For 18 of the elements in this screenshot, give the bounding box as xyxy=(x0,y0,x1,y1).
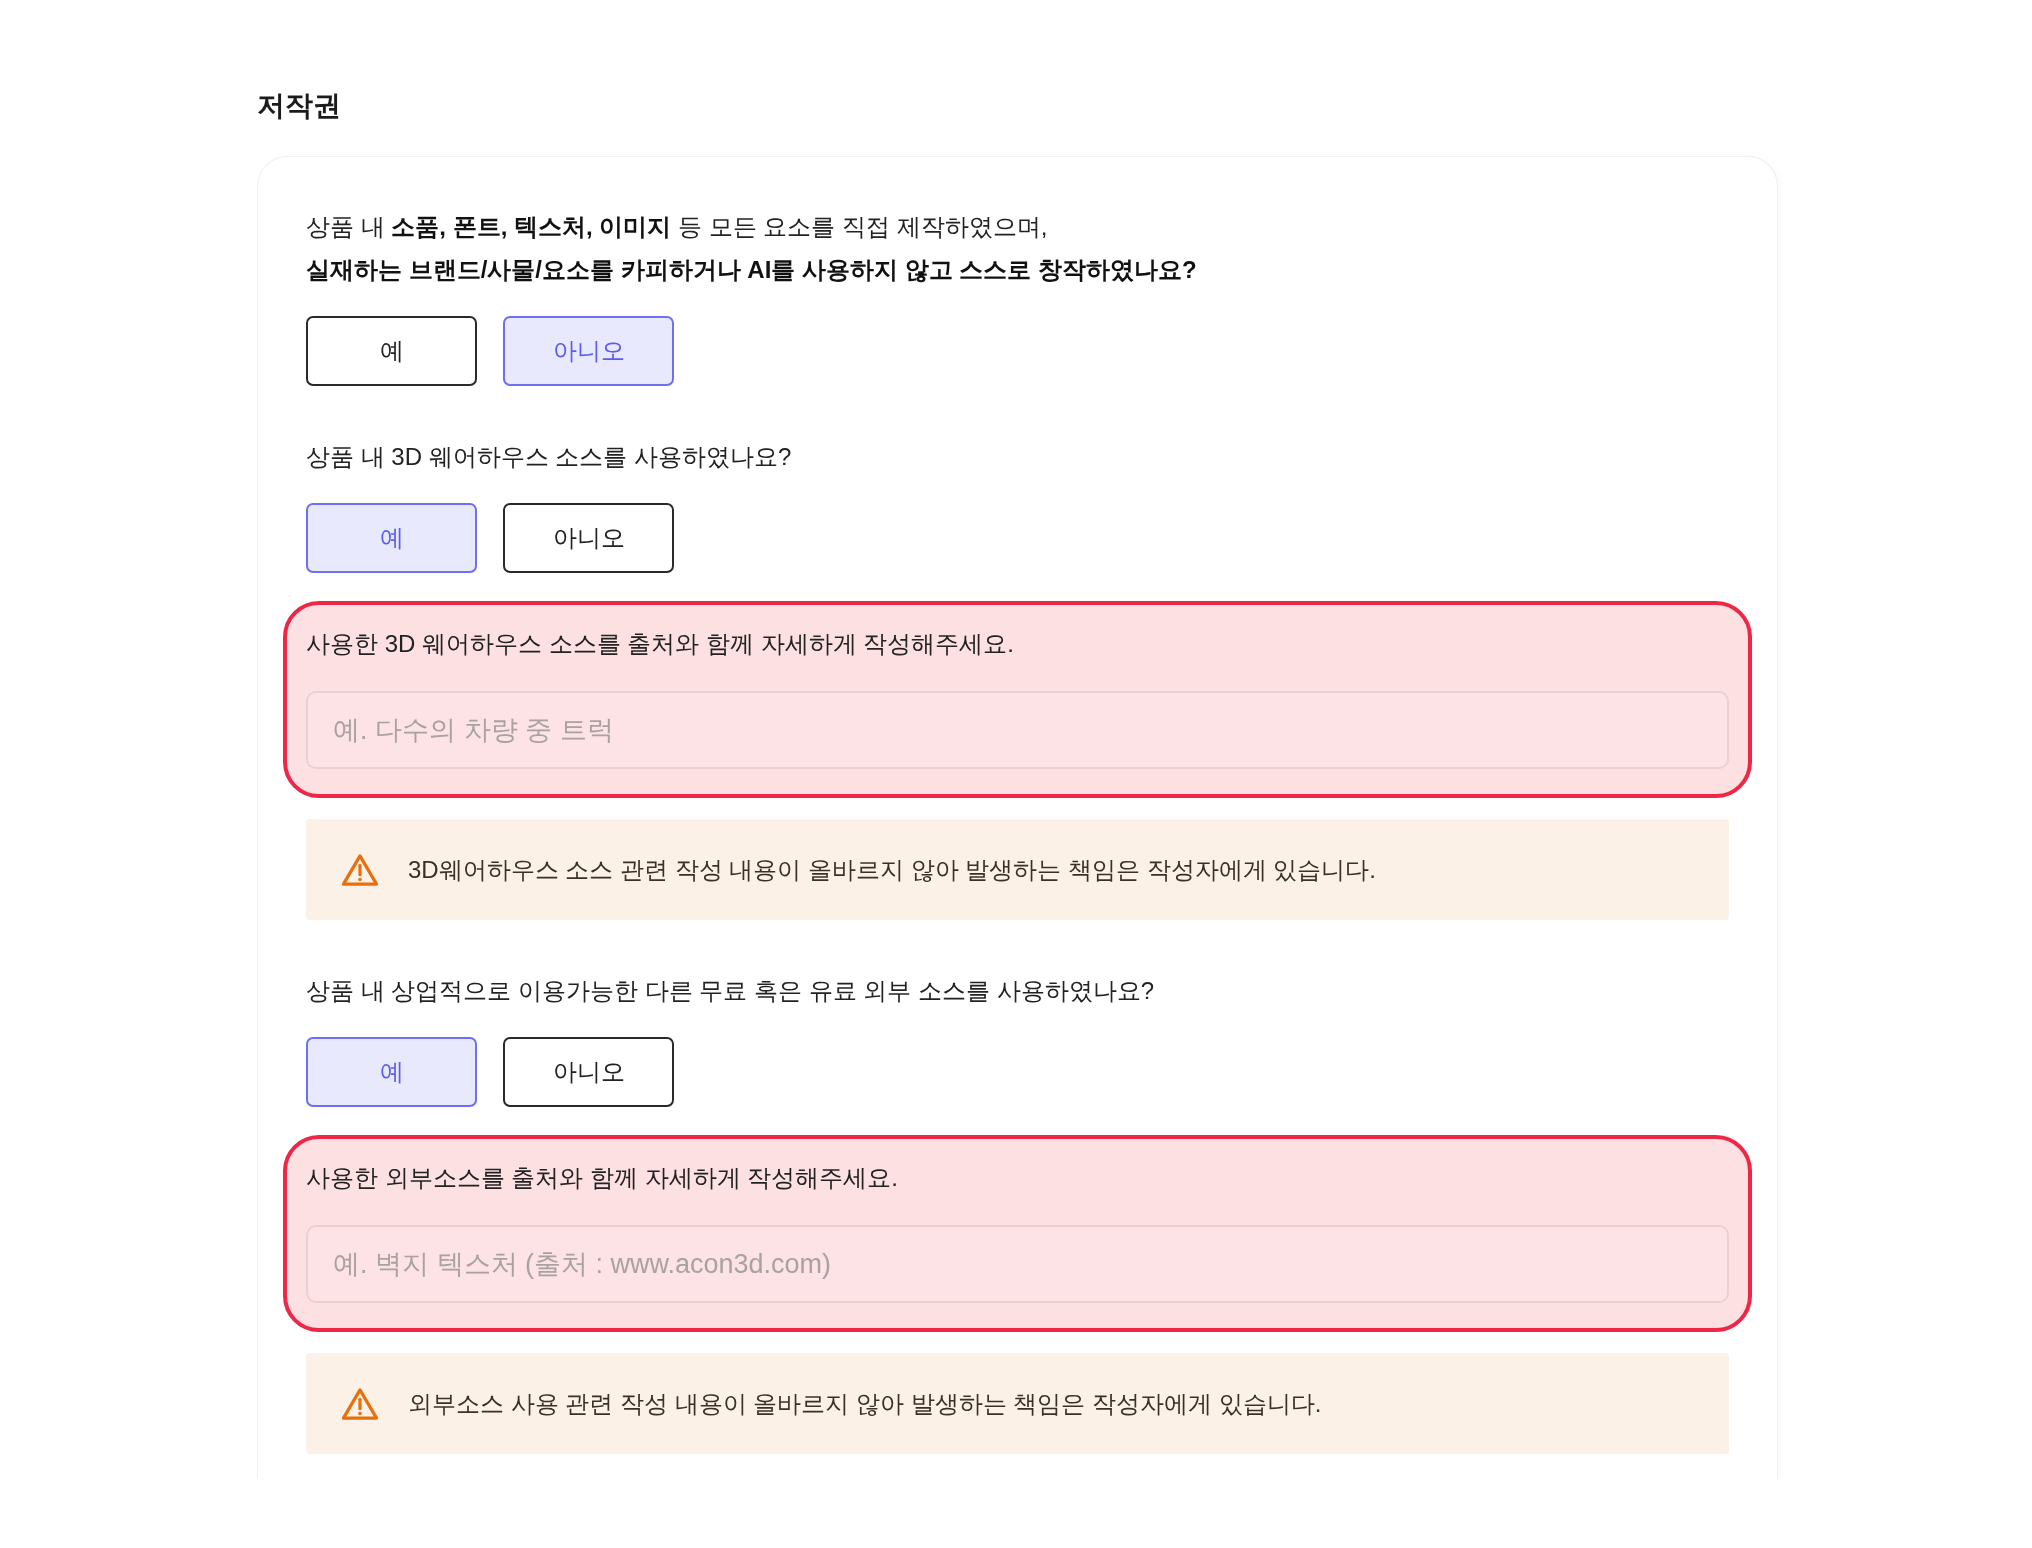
option-button[interactable]: 아니오 xyxy=(503,503,674,573)
question-text: 상품 내 소품, 폰트, 텍스처, 이미지 등 모든 요소를 직접 제작하였으며, 실재하는 브랜드/사물/요소를 카피하거나 AI를 사용하지 않고 스스로 창작하였나요? xyxy=(306,212,1198,285)
warning-icon xyxy=(341,852,379,887)
option-button[interactable]: 예 xyxy=(306,316,477,386)
option-button[interactable]: 예 xyxy=(306,1037,477,1107)
source-input[interactable]: 예. 벽지 텍스처 (출처 : www.acon3d.com) xyxy=(306,1225,1729,1303)
section-title: 저작권 xyxy=(257,89,342,123)
option-button[interactable]: 예 xyxy=(306,503,477,573)
warning-icon xyxy=(341,1386,379,1421)
warning-text: 외부소스 사용 관련 작성 내용이 올바르지 않아 발생하는 책임은 작성자에게 있습니다. xyxy=(408,1388,1322,1419)
source-input[interactable]: 예. 다수의 차량 중 트럭 xyxy=(306,691,1729,769)
option-button[interactable]: 아니오 xyxy=(503,316,674,386)
question-text: 상품 내 3D 웨어하우스 소스를 사용하였나요? xyxy=(306,442,793,472)
option-button[interactable]: 아니오 xyxy=(503,1037,674,1107)
question-text: 상품 내 상업적으로 이용가능한 다른 무료 혹은 유료 외부 소스를 사용하였나요? xyxy=(306,976,1156,1006)
field-label: 사용한 3D 웨어하우스 소스를 출처와 함께 자세하게 작성해주세요. xyxy=(306,629,1016,659)
warning-text: 3D웨어하우스 소스 관련 작성 내용이 올바르지 않아 발생하는 책임은 작성자에게 있습니다. xyxy=(408,854,1377,885)
field-label: 사용한 외부소스를 출처와 함께 자세하게 작성해주세요. xyxy=(306,1163,899,1193)
